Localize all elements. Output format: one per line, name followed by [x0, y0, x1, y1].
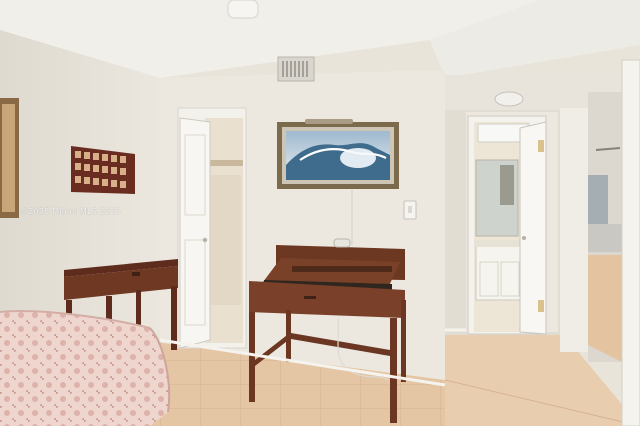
- right-door-frame: [621, 59, 640, 426]
- bed: [0, 310, 171, 426]
- mls-watermark: ©2025 Miami MLS 2025: [20, 207, 121, 216]
- hall-pillar: [560, 108, 588, 352]
- wave-painting: [277, 122, 399, 189]
- closet-door-knob[interactable]: [202, 237, 208, 243]
- picture-light: [305, 119, 353, 124]
- hall-light: [494, 91, 524, 107]
- bathroom-door-knob[interactable]: [522, 236, 526, 240]
- sofa: [588, 224, 622, 252]
- ceiling-fan-stub: [227, 0, 259, 19]
- shadow-box: [71, 146, 135, 194]
- vanity-cabinet: [475, 245, 523, 301]
- room-photo: ©2025 Miami MLS 2025: [0, 0, 640, 426]
- desk-radio: [333, 238, 351, 248]
